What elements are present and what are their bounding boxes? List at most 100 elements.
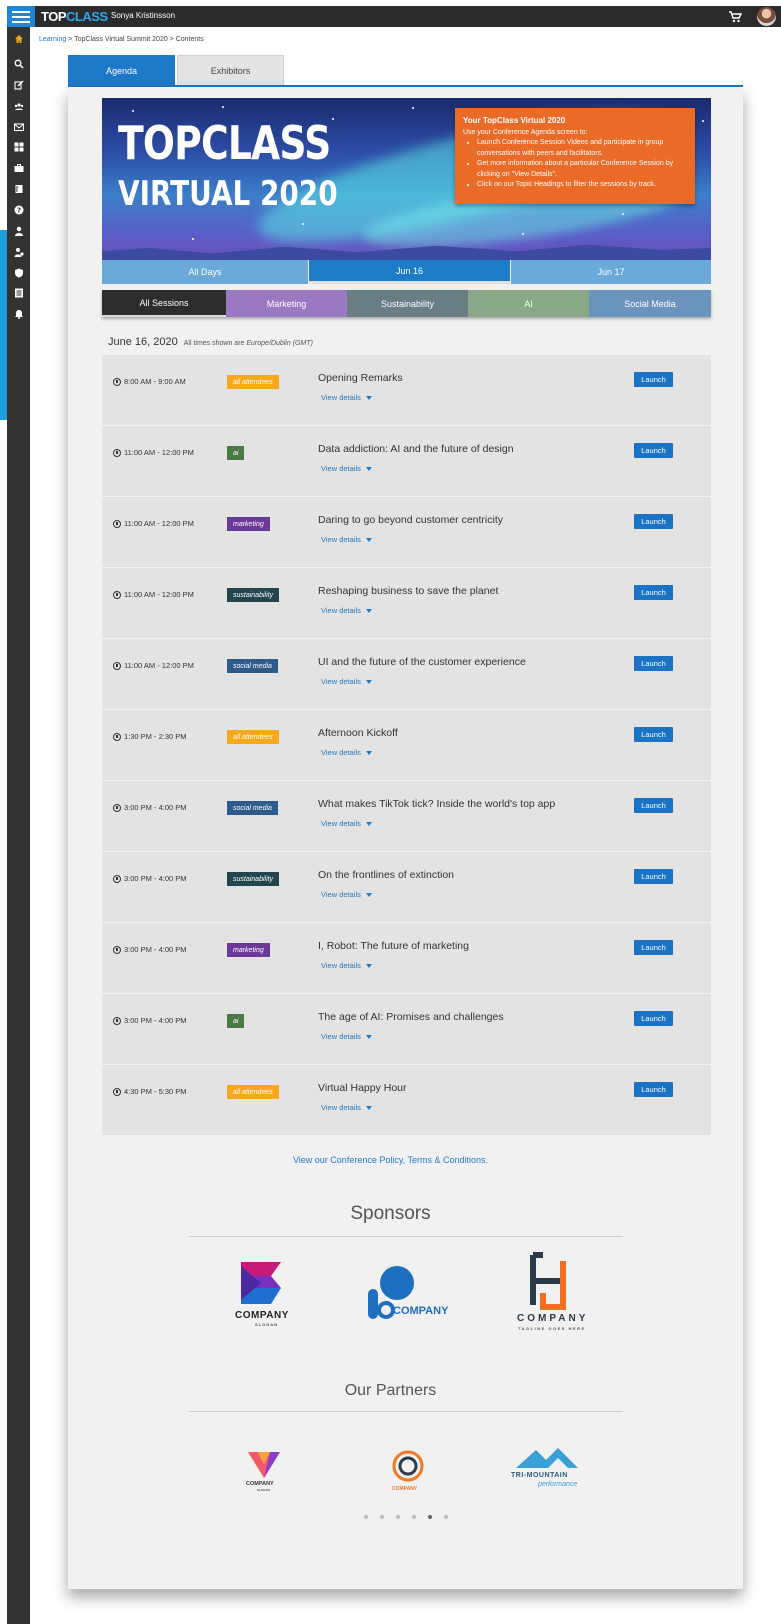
sponsor-logo-1[interactable]: COMPANY SLOGAN — [233, 1258, 293, 1330]
launch-button[interactable]: Launch — [634, 940, 673, 955]
partners-divider — [189, 1411, 623, 1412]
day-tab-all[interactable]: All Days — [102, 260, 308, 284]
avatar[interactable] — [757, 7, 776, 26]
session-time-text: 3:00 PM - 4:00 PM — [124, 1016, 187, 1025]
track-all-sessions[interactable]: All Sessions — [102, 290, 226, 317]
briefcase-icon[interactable] — [13, 162, 24, 173]
carousel-dot[interactable] — [380, 1515, 384, 1519]
view-details-label: View details — [321, 606, 361, 615]
track-social-media[interactable]: Social Media — [589, 290, 711, 317]
sponsor-logo-1-tagline: SLOGAN — [255, 1322, 279, 1327]
carousel-dot[interactable] — [412, 1515, 416, 1519]
tab-exhibitors[interactable]: Exhibitors — [177, 55, 284, 86]
view-details-link[interactable]: View details — [321, 819, 372, 828]
star — [702, 120, 704, 122]
edit-icon[interactable] — [13, 79, 24, 90]
session-time-text: 3:00 PM - 4:00 PM — [124, 874, 187, 883]
view-details-label: View details — [321, 961, 361, 970]
carousel-dot[interactable] — [364, 1515, 368, 1519]
carousel-dot[interactable] — [396, 1515, 400, 1519]
star — [302, 223, 304, 225]
view-details-link[interactable]: View details — [321, 1032, 372, 1041]
star — [622, 213, 624, 215]
view-details-label: View details — [321, 819, 361, 828]
session-row: 11:00 AM - 12:00 PM marketing Daring to go… — [102, 497, 711, 568]
help-icon[interactable]: ? — [13, 204, 24, 215]
partner-logo-2-name: COMPANY — [392, 1486, 418, 1492]
view-details-link[interactable]: View details — [321, 1103, 372, 1112]
cart-icon[interactable] — [728, 10, 743, 23]
launch-button[interactable]: Launch — [634, 443, 673, 458]
carousel-dot[interactable] — [444, 1515, 448, 1519]
dashboard-icon[interactable] — [13, 141, 24, 152]
day-tab-jun16[interactable]: Jun 16 — [309, 260, 510, 284]
view-details-link[interactable]: View details — [321, 961, 372, 970]
terms-link[interactable]: Terms & Conditions. — [408, 1155, 489, 1165]
view-details-link[interactable]: View details — [321, 890, 372, 899]
mail-icon[interactable] — [13, 121, 24, 132]
session-title: Opening Remarks — [318, 372, 403, 384]
session-row: 11:00 AM - 12:00 PM ai Data addiction: AI … — [102, 426, 711, 497]
community-icon[interactable] — [13, 100, 24, 111]
launch-button[interactable]: Launch — [634, 585, 673, 600]
clock-icon — [113, 732, 121, 741]
session-title: Data addiction: AI and the future of des… — [318, 443, 514, 455]
carousel-dot[interactable] — [428, 1515, 432, 1519]
launch-button[interactable]: Launch — [634, 1011, 673, 1026]
session-time: 3:00 PM - 4:00 PM — [113, 803, 187, 812]
shield-icon[interactable] — [13, 267, 24, 278]
tab-agenda[interactable]: Agenda — [68, 55, 175, 86]
view-details-label: View details — [321, 677, 361, 686]
session-track-tag: social media — [227, 659, 278, 673]
view-details-link[interactable]: View details — [321, 393, 372, 402]
view-details-link[interactable]: View details — [321, 748, 372, 757]
search-icon[interactable] — [13, 58, 24, 69]
launch-button[interactable]: Launch — [634, 656, 673, 671]
partner-logo-3[interactable]: TRI-MOUNTAIN performance — [508, 1446, 593, 1492]
session-title: The age of AI: Promises and challenges — [318, 1011, 504, 1023]
brand-logo[interactable]: TOPCLASS — [41, 9, 108, 24]
day-tab-jun17[interactable]: Jun 17 — [511, 260, 711, 284]
session-row: 8:00 AM - 9:00 AM all attendees Opening Re… — [102, 355, 711, 426]
session-time: 11:00 AM - 12:00 PM — [113, 448, 194, 457]
book-icon[interactable] — [13, 183, 24, 194]
view-details-link[interactable]: View details — [321, 535, 372, 544]
view-details-link[interactable]: View details — [321, 606, 372, 615]
user-icon[interactable] — [13, 225, 24, 236]
username[interactable]: Sonya Kristinsson — [111, 11, 175, 20]
home-icon[interactable] — [13, 33, 24, 44]
report-icon[interactable] — [13, 287, 24, 298]
launch-button[interactable]: Launch — [634, 869, 673, 884]
star — [222, 106, 224, 108]
menu-icon[interactable] — [7, 6, 35, 27]
view-details-link[interactable]: View details — [321, 464, 372, 473]
track-marketing[interactable]: Marketing — [226, 290, 347, 317]
session-row: 3:00 PM - 4:00 PM sustainability On the fr… — [102, 852, 711, 923]
session-time-text: 3:00 PM - 4:00 PM — [124, 803, 187, 812]
users-admin-icon[interactable] — [13, 246, 24, 257]
track-ai[interactable]: AI — [468, 290, 589, 317]
launch-button[interactable]: Launch — [634, 372, 673, 387]
policy-text[interactable]: View our Conference Policy, — [293, 1155, 408, 1165]
sponsor-logo-2-name: COMPANY — [393, 1305, 449, 1317]
view-details-link[interactable]: View details — [321, 677, 372, 686]
breadcrumb-learning-link[interactable]: Learning — [39, 36, 66, 43]
view-details-label: View details — [321, 748, 361, 757]
track-sustainability[interactable]: Sustainability — [347, 290, 468, 317]
partner-logo-1-mark — [248, 1452, 280, 1478]
partner-logo-2[interactable]: COMPANY — [390, 1448, 426, 1494]
session-track-tag: social media — [227, 801, 278, 815]
partner-logo-1-name: COMPANY — [246, 1481, 274, 1487]
star — [132, 110, 134, 112]
clock-icon — [113, 803, 121, 812]
partner-logo-1[interactable]: COMPANY SLOGAN — [244, 1448, 284, 1494]
sponsor-logo-3[interactable]: COMPANY TAGLINE GOES HERE — [515, 1251, 590, 1331]
bell-icon[interactable] — [13, 308, 24, 319]
session-time: 11:00 AM - 12:00 PM — [113, 519, 194, 528]
launch-button[interactable]: Launch — [634, 514, 673, 529]
caret-down-icon — [365, 679, 372, 684]
launch-button[interactable]: Launch — [634, 727, 673, 742]
launch-button[interactable]: Launch — [634, 1082, 673, 1097]
sponsor-logo-2[interactable]: COMPANY — [365, 1265, 450, 1325]
launch-button[interactable]: Launch — [634, 798, 673, 813]
